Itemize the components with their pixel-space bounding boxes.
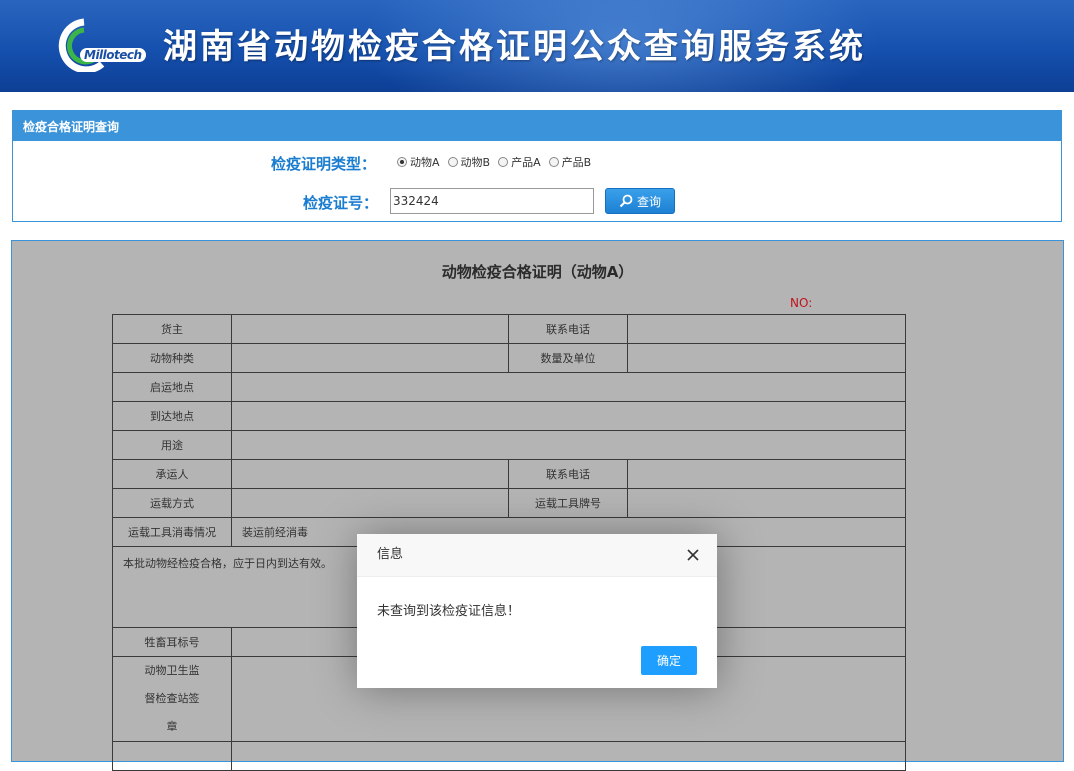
- radio-product-a-label: 产品A: [511, 156, 541, 169]
- carrier-phone-label: 联系电话: [508, 459, 628, 489]
- table-row: 运载方式 运载工具牌号: [112, 488, 906, 518]
- carrier-phone-value: [627, 459, 906, 489]
- radio-animal-b[interactable]: 动物B: [447, 154, 491, 170]
- transport-mode-label: 运载方式: [112, 488, 232, 518]
- table-cell: [112, 741, 232, 771]
- owner-label: 货主: [112, 314, 232, 344]
- dialog-message: 未查询到该检疫证信息！: [377, 604, 521, 619]
- radio-animal-a-label: 动物A: [410, 156, 440, 169]
- search-button[interactable]: 查询: [605, 188, 675, 214]
- carrier-value: [231, 459, 509, 489]
- table-cell: [231, 741, 906, 771]
- info-dialog: 信息 未查询到该检疫证信息！ 确定: [357, 534, 717, 688]
- cert-no-label: 检疫证号：: [303, 194, 379, 212]
- purpose-label: 用途: [112, 430, 232, 460]
- destination-value: [231, 401, 906, 431]
- table-row: 到达地点: [112, 401, 906, 431]
- phone-value: [627, 314, 906, 344]
- table-row: 动物种类 数量及单位: [112, 343, 906, 373]
- logo-text: Millotech: [80, 48, 146, 62]
- disinfection-label: 运载工具消毒情况: [112, 517, 232, 547]
- carrier-label: 承运人: [112, 459, 232, 489]
- purpose-value: [231, 430, 906, 460]
- certificate-no-label: NO:: [790, 296, 813, 310]
- close-icon: [687, 549, 699, 561]
- animal-type-label: 动物种类: [112, 343, 232, 373]
- transport-mode-value: [231, 488, 509, 518]
- phone-label: 联系电话: [508, 314, 628, 344]
- search-button-label: 查询: [636, 194, 661, 209]
- radio-animal-a[interactable]: 动物A: [397, 154, 440, 170]
- radio-animal-b-label: 动物B: [460, 156, 491, 169]
- origin-value: [231, 372, 906, 402]
- certificate-title: 动物检疫合格证明（动物A）: [441, 263, 634, 281]
- ear-tag-label: 牲畜耳标号: [112, 627, 232, 657]
- dialog-title: 信息: [357, 534, 717, 577]
- millotech-logo: Millotech: [58, 18, 162, 74]
- query-panel: 检疫合格证明查询 检疫证明类型： 动物A 动物B 产品A 产品B 检疫证号： 查…: [12, 110, 1062, 222]
- radio-dot-icon: [498, 157, 509, 167]
- animal-type-value: [231, 343, 509, 373]
- quantity-unit-label: 数量及单位: [508, 343, 628, 373]
- radio-product-b[interactable]: 产品B: [548, 154, 592, 170]
- site-title: 湖南省动物检疫合格证明公众查询服务系统: [163, 27, 866, 67]
- site-banner: Millotech 湖南省动物检疫合格证明公众查询服务系统: [0, 0, 1074, 92]
- query-panel-title: 检疫合格证明查询: [13, 111, 1061, 141]
- logo-swoosh-icon: [58, 18, 105, 74]
- cert-type-label: 检疫证明类型：: [271, 155, 377, 173]
- cert-no-input[interactable]: [390, 188, 594, 214]
- radio-product-b-label: 产品B: [561, 156, 592, 169]
- radio-dot-icon: [548, 157, 559, 167]
- radio-dot-icon: [447, 157, 458, 167]
- radio-product-a[interactable]: 产品A: [498, 154, 541, 170]
- table-row: 用途: [112, 430, 906, 460]
- station-seal-label: 动物卫生监 督检查站签 章: [112, 656, 232, 742]
- table-row: 承运人 联系电话: [112, 459, 906, 489]
- origin-label: 启运地点: [112, 372, 232, 402]
- table-row: [112, 741, 906, 771]
- close-button[interactable]: [685, 547, 701, 563]
- station-seal-line: 督检查站签: [144, 692, 200, 705]
- confirm-button[interactable]: 确定: [641, 646, 697, 675]
- station-seal-line: 章: [166, 720, 178, 733]
- station-seal-line: 动物卫生监: [144, 664, 200, 677]
- table-row: 货主 联系电话: [112, 314, 906, 344]
- cert-type-radio-group: 动物A 动物B 产品A 产品B: [397, 154, 599, 170]
- owner-value: [231, 314, 509, 344]
- quantity-unit-value: [627, 343, 906, 373]
- search-icon: [619, 194, 633, 208]
- radio-dot-icon: [397, 157, 407, 167]
- vehicle-plate-value: [627, 488, 906, 518]
- table-row: 启运地点: [112, 372, 906, 402]
- vehicle-plate-label: 运载工具牌号: [508, 488, 628, 518]
- destination-label: 到达地点: [112, 401, 232, 431]
